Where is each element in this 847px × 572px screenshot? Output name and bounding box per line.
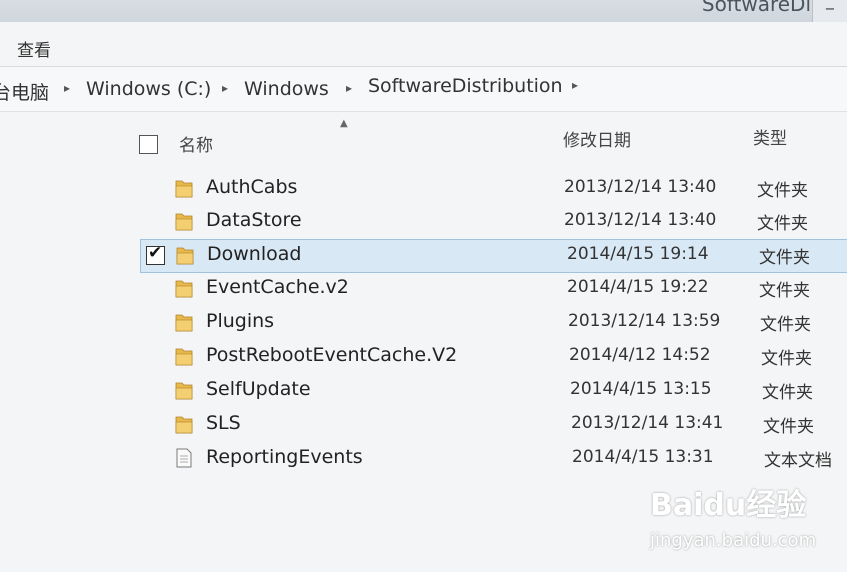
file-row[interactable]: SLS 2013/12/14 13:41 文件夹 [140, 409, 847, 441]
folder-icon [175, 180, 193, 198]
file-name[interactable]: SelfUpdate [206, 378, 311, 400]
column-header-date[interactable]: 修改日期 [563, 126, 631, 151]
text-document-icon [176, 448, 192, 468]
sort-ascending-icon: ▲ [340, 118, 348, 129]
file-type: 文件夹 [762, 383, 813, 403]
file-name[interactable]: DataStore [206, 209, 302, 231]
select-all-checkbox[interactable] [139, 135, 158, 154]
watermark-url: jingyan.baidu.com [650, 530, 817, 551]
file-modified-date: 2013/12/14 13:41 [571, 413, 724, 433]
file-row[interactable]: DataStore 2013/12/14 13:40 文件夹 [140, 206, 847, 238]
file-name[interactable]: EventCache.v2 [206, 276, 349, 298]
file-type: 文件夹 [759, 281, 810, 301]
file-row[interactable]: EventCache.v2 2014/4/15 19:22 文件夹 [140, 273, 847, 305]
file-type: 文本文档 [764, 451, 832, 471]
folder-icon [176, 247, 194, 265]
column-header-type[interactable]: 类型 [753, 124, 787, 149]
file-modified-date: 2014/4/12 14:52 [569, 345, 711, 365]
folder-icon [175, 416, 193, 434]
folder-icon [175, 280, 193, 298]
folder-icon [175, 348, 193, 366]
breadcrumb-softwaredistribution[interactable]: SoftwareDistribution [368, 75, 563, 97]
breadcrumb-separator-icon[interactable]: ▸ [64, 81, 70, 95]
watermark-logo: Baidu经验 [650, 488, 807, 523]
breadcrumb-separator-icon[interactable]: ▸ [572, 78, 578, 92]
file-type: 文件夹 [757, 214, 808, 234]
column-header-name[interactable]: 名称 [179, 131, 213, 156]
breadcrumb-this-pc[interactable]: 台电脑 [0, 78, 49, 105]
window-title: SoftwareDi [701, 0, 811, 16]
file-modified-date: 2014/4/15 13:15 [570, 379, 712, 399]
file-name[interactable]: ReportingEvents [206, 446, 363, 468]
row-checkbox[interactable]: ✔ [146, 243, 165, 265]
minimize-button[interactable]: − [812, 0, 847, 22]
file-name[interactable]: PostRebootEventCache.V2 [206, 344, 457, 366]
file-row[interactable]: PostRebootEventCache.V2 2014/4/12 14:52 文件… [140, 341, 847, 373]
file-name[interactable]: Download [207, 243, 301, 265]
file-modified-date: 2013/12/14 13:59 [568, 311, 721, 331]
file-type: 文件夹 [757, 181, 808, 201]
file-row[interactable]: SelfUpdate 2014/4/15 13:15 文件夹 [140, 375, 847, 407]
baidu-watermark: Baidu经验 jingyan.baidu.com [650, 480, 840, 560]
file-row[interactable]: ✔ Download 2014/4/15 19:14 文件夹 [140, 239, 847, 273]
address-bar[interactable]: 台电脑 ▸ Windows (C:) ▸ Windows ▸ SoftwareD… [0, 67, 847, 112]
file-modified-date: 2013/12/14 13:40 [564, 210, 717, 230]
breadcrumb-separator-icon[interactable]: ▸ [346, 81, 352, 95]
file-row[interactable]: AuthCabs 2013/12/14 13:40 文件夹 [140, 173, 847, 205]
file-type: 文件夹 [761, 349, 812, 369]
file-type: 文件夹 [763, 417, 814, 437]
file-modified-date: 2014/4/15 19:22 [567, 277, 709, 297]
folder-icon [175, 314, 193, 332]
file-row[interactable]: Plugins 2013/12/14 13:59 文件夹 [140, 307, 847, 339]
file-name[interactable]: Plugins [206, 310, 274, 332]
breadcrumb-windows[interactable]: Windows [244, 78, 329, 100]
tab-view[interactable]: 查看 [17, 36, 51, 61]
ribbon: 查看 [0, 22, 847, 67]
file-name[interactable]: SLS [206, 412, 241, 434]
folder-icon [175, 213, 193, 231]
file-modified-date: 2013/12/14 13:40 [564, 177, 717, 197]
file-name[interactable]: AuthCabs [206, 176, 297, 198]
file-row[interactable]: ReportingEvents 2014/4/15 13:31 文本文档 [140, 443, 847, 475]
breadcrumb-separator-icon[interactable]: ▸ [222, 81, 228, 95]
file-type: 文件夹 [760, 315, 811, 335]
checkmark-icon: ✔ [148, 243, 163, 263]
folder-icon [175, 382, 193, 400]
file-type: 文件夹 [759, 248, 810, 268]
file-modified-date: 2014/4/15 13:31 [572, 447, 714, 467]
title-bar: SoftwareDi − [0, 0, 847, 22]
breadcrumb-drive-c[interactable]: Windows (C:) [86, 78, 211, 100]
file-modified-date: 2014/4/15 19:14 [567, 244, 709, 264]
